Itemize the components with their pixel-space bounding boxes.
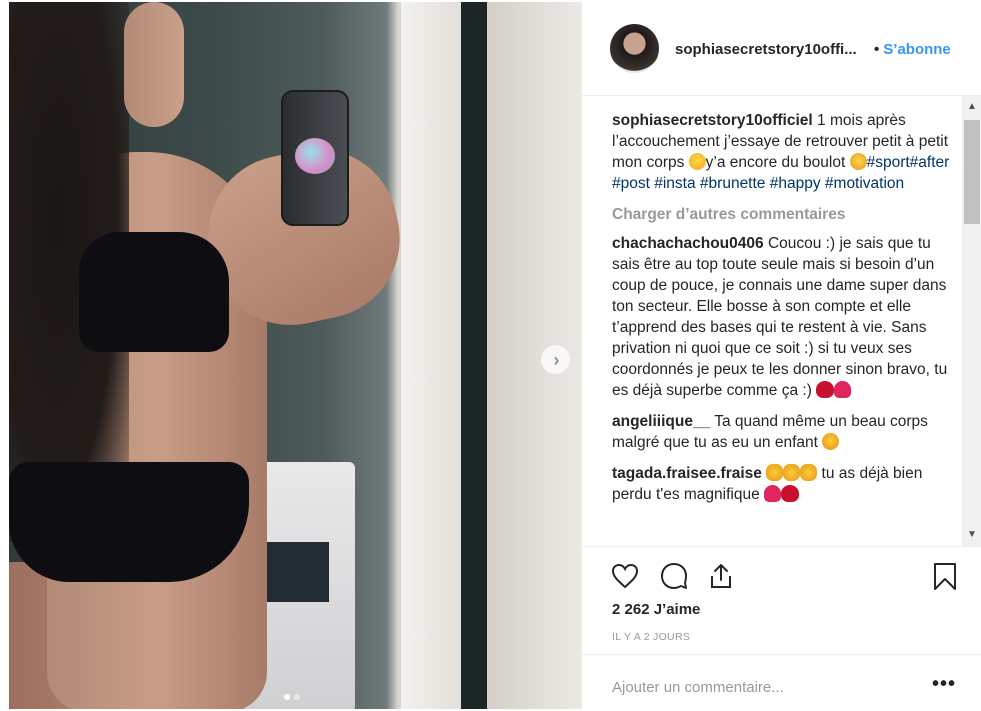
add-comment-bar: Ajouter un commentaire... •••	[582, 654, 981, 711]
hashtag-link[interactable]: #post	[612, 175, 650, 192]
photo-bottom	[9, 462, 249, 582]
follow-label: S’abonne	[883, 41, 951, 58]
comment: chachachachou0406 Coucou :) je sais que …	[612, 233, 960, 401]
post-header: sophiasecretstory10offi... • S’abonne	[582, 0, 981, 96]
next-photo-button[interactable]: ›	[541, 345, 570, 374]
likes-count[interactable]: 2 262 J’aime	[612, 601, 700, 618]
photo-popsocket	[295, 138, 335, 174]
comment-username[interactable]: angeliiique__	[612, 413, 710, 430]
photo-top	[79, 232, 229, 352]
comment-icon[interactable]	[659, 561, 689, 591]
hashtag-link[interactable]: #motivation	[825, 175, 904, 192]
clapping-hands-emoji-icon	[800, 464, 818, 481]
add-comment-input[interactable]: Ajouter un commentaire...	[612, 679, 784, 696]
heart-emoji-icon	[764, 485, 782, 502]
grinning-face-emoji-icon	[849, 153, 867, 170]
load-more-comments-button[interactable]: Charger d’autres commentaires	[612, 204, 960, 225]
hashtag-link[interactable]: #brunette	[700, 175, 766, 192]
scrollbar-thumb[interactable]	[964, 120, 980, 224]
smiling-face-emoji-icon	[688, 153, 706, 170]
heart-icon[interactable]	[610, 561, 640, 591]
instagram-post-modal: › sophiasecretstory10offi... • S’abonne s…	[0, 0, 981, 711]
comment-text: Coucou :) je sais que tu sais être au to…	[612, 235, 948, 399]
hashtag-link[interactable]: #happy	[770, 175, 821, 192]
comment-username[interactable]: chachachachou0406	[612, 235, 764, 252]
post-timestamp[interactable]: IL Y A 2 JOURS	[612, 631, 690, 643]
scroll-up-arrow-icon[interactable]: ▲	[962, 98, 981, 116]
carousel-dot-active	[284, 694, 290, 700]
follow-separator: •	[874, 41, 880, 58]
post-actions: 2 262 J’aime IL Y A 2 JOURS	[582, 546, 981, 654]
follow-button[interactable]: • S’abonne	[874, 41, 951, 58]
scroll-down-arrow-icon[interactable]: ▼	[962, 526, 981, 544]
carousel-indicator	[284, 694, 300, 700]
comments-list[interactable]: sophiasecretstory10officiel 1 mois après…	[612, 110, 960, 546]
broken-heart-emoji-icon	[834, 381, 852, 398]
hashtag-link[interactable]: #sport	[867, 154, 910, 171]
post-side-panel: sophiasecretstory10offi... • S’abonne sop…	[581, 0, 981, 711]
comment: angeliiique__ Ta quand même un beau corp…	[612, 411, 960, 453]
avatar[interactable]	[610, 24, 659, 73]
comments-scrollbar[interactable]: ▲ ▼	[962, 96, 981, 546]
kiss-mark-emoji-icon	[816, 381, 835, 398]
photo-door	[401, 2, 461, 709]
comment: tagada.fraisee.fraise tu as déjà bien pe…	[612, 463, 960, 505]
clapping-hands-emoji-icon	[766, 464, 784, 481]
share-icon[interactable]	[706, 561, 736, 591]
caption-username[interactable]: sophiasecretstory10officiel	[612, 112, 813, 129]
more-options-button[interactable]: •••	[932, 673, 956, 696]
heart-eyes-emoji-icon	[822, 433, 840, 450]
photo-face	[124, 2, 184, 127]
carousel-dot	[294, 694, 300, 700]
clapping-hands-emoji-icon	[783, 464, 801, 481]
hashtag-link[interactable]: #insta	[654, 175, 695, 192]
comment-username[interactable]: tagada.fraisee.fraise	[612, 465, 762, 482]
bookmark-icon[interactable]	[930, 561, 960, 591]
photo-door-gap	[461, 2, 487, 709]
caption: sophiasecretstory10officiel 1 mois après…	[612, 110, 960, 194]
chevron-right-icon: ›	[553, 349, 560, 370]
caption-text-2: y’a encore du boulot	[705, 154, 850, 171]
kiss-mark-emoji-icon	[781, 485, 800, 502]
post-photo[interactable]	[9, 2, 581, 709]
post-username[interactable]: sophiasecretstory10offi...	[675, 41, 857, 58]
hashtag-link[interactable]: #after	[910, 154, 950, 171]
